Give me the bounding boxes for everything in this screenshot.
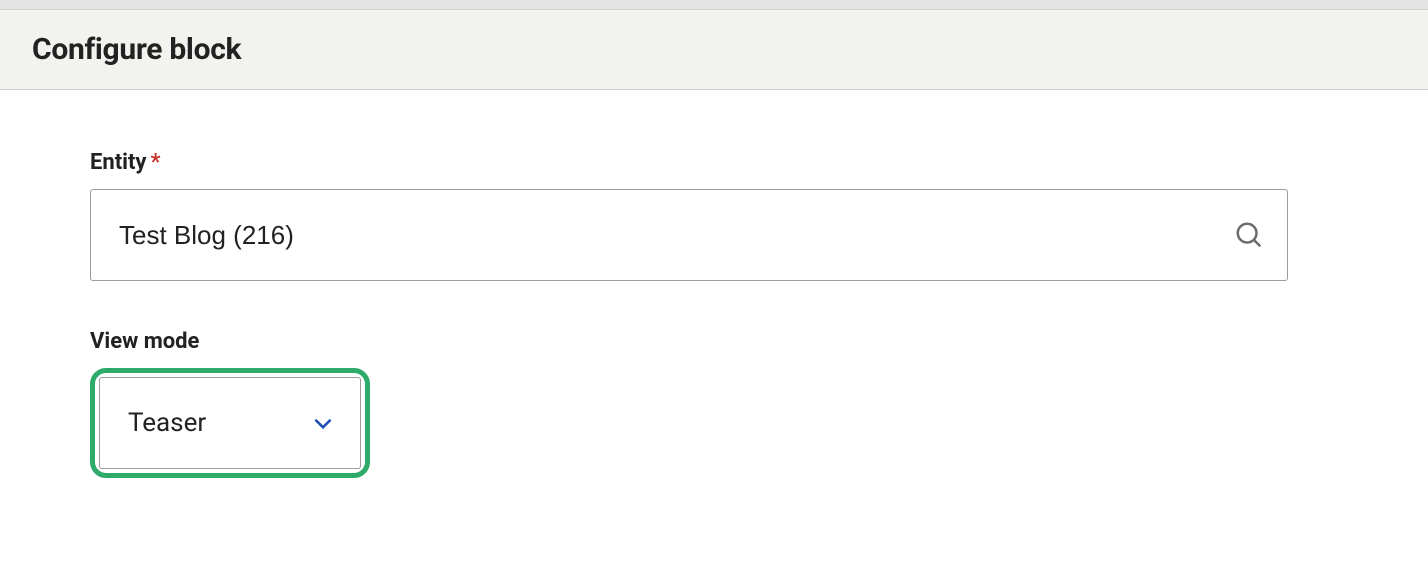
entity-field-group: Entity* (90, 150, 1338, 281)
page-title: Configure block (32, 32, 1396, 67)
entity-label: Entity* (90, 150, 1338, 175)
view-mode-field-group: View mode Teaser (90, 329, 1338, 478)
chevron-down-icon (310, 410, 336, 436)
view-mode-label: View mode (90, 329, 1338, 354)
required-indicator: * (151, 150, 161, 175)
view-mode-highlight: Teaser (90, 368, 370, 478)
header-bar: Configure block (0, 10, 1428, 90)
entity-label-text: Entity (90, 150, 147, 175)
view-mode-select[interactable]: Teaser (99, 377, 361, 469)
top-divider (0, 0, 1428, 10)
view-mode-selected-value: Teaser (128, 408, 206, 438)
entity-input[interactable] (90, 189, 1288, 281)
entity-input-wrap (90, 189, 1288, 281)
form-content: Entity* View mode Teaser (0, 90, 1428, 566)
